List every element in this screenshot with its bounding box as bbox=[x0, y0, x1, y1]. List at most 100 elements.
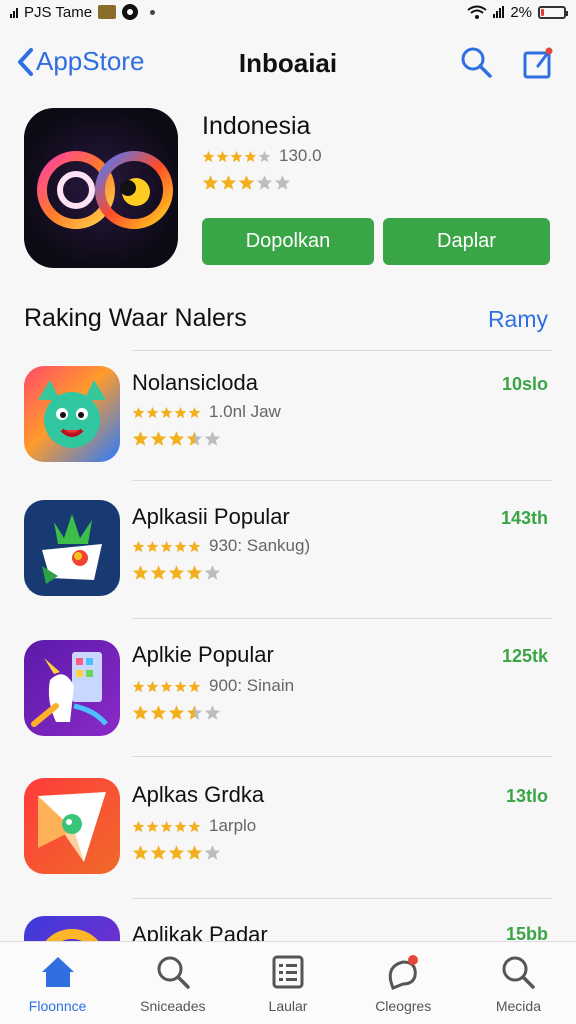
rating-stars-secondary bbox=[132, 704, 221, 721]
rating-meta: 900: Sinain bbox=[209, 676, 295, 695]
featured-rating-row: 130.0 bbox=[202, 146, 322, 166]
app-size: 15bb bbox=[505, 924, 548, 941]
featured-stars bbox=[202, 150, 271, 163]
tab-label: Floonnce bbox=[28, 998, 87, 1014]
star-icon bbox=[188, 540, 201, 552]
list-item[interactable]: Aplkas Grdka 1arplo 13tlo bbox=[24, 756, 552, 894]
cellular-icon bbox=[493, 6, 505, 18]
star-icon bbox=[150, 845, 167, 860]
wifi-icon bbox=[467, 5, 487, 19]
notification-icon bbox=[98, 5, 117, 19]
tab-label: Laular bbox=[268, 998, 308, 1014]
rating-meta: 930: Sankug) bbox=[209, 536, 311, 555]
star-icon bbox=[174, 540, 187, 552]
star-icon bbox=[230, 150, 243, 162]
list-icon bbox=[272, 955, 304, 989]
star-icon bbox=[258, 150, 271, 162]
tab-search[interactable]: Sniceades bbox=[115, 942, 230, 1024]
featured-app-icon[interactable] bbox=[24, 108, 178, 268]
app-rating-secondary bbox=[132, 844, 221, 861]
star-icon bbox=[256, 175, 273, 190]
featured-app-logo bbox=[37, 151, 173, 229]
list-button[interactable]: Daplar bbox=[383, 218, 550, 265]
tab-home[interactable]: Floonnce bbox=[0, 942, 115, 1024]
tab-label: Cleogres bbox=[375, 998, 432, 1014]
app-name: Aplkie Popular bbox=[132, 642, 274, 667]
featured-secondary-rating bbox=[202, 174, 291, 191]
app-rating: 930: Sankug) bbox=[132, 536, 310, 556]
star-icon bbox=[274, 175, 291, 190]
chat-icon bbox=[388, 955, 419, 990]
leaf-icon bbox=[42, 514, 102, 584]
star-icon bbox=[244, 150, 257, 162]
share-icon[interactable] bbox=[520, 44, 556, 80]
app-size: 13tlo bbox=[505, 786, 548, 806]
app-rating: 900: Sinain bbox=[132, 676, 294, 696]
rating-meta: 1arplo bbox=[209, 816, 257, 835]
star-icon bbox=[238, 175, 255, 190]
star-icon bbox=[132, 705, 149, 720]
section-title: Raking Waar Nalers bbox=[24, 304, 247, 332]
app-rating: 1.0nl Jaw bbox=[132, 402, 281, 422]
app-size: 143th bbox=[500, 508, 548, 528]
list-item[interactable]: Aplkie Popular 900: Sinain 125tk bbox=[24, 618, 552, 756]
rating-stars-secondary bbox=[132, 430, 221, 447]
home-icon bbox=[41, 957, 74, 987]
see-all-link[interactable]: Ramy bbox=[488, 306, 548, 333]
star-icon bbox=[220, 175, 237, 190]
app-icon bbox=[24, 916, 120, 941]
star-icon bbox=[132, 406, 145, 418]
back-button[interactable]: AppStore bbox=[16, 46, 144, 77]
tab-list[interactable]: Laular bbox=[230, 942, 345, 1024]
app-notification-icon bbox=[122, 4, 139, 20]
star-icon bbox=[132, 820, 145, 832]
app-rating-secondary bbox=[132, 430, 221, 447]
star-icon bbox=[188, 406, 201, 418]
star-icon bbox=[132, 565, 149, 580]
battery-percent: 2% bbox=[510, 3, 532, 21]
rating-stars bbox=[132, 406, 201, 419]
star-icon bbox=[146, 540, 159, 552]
app-size: 10slo bbox=[501, 374, 548, 394]
unicorn-icon bbox=[31, 652, 108, 727]
star-icon bbox=[160, 406, 173, 418]
ring-icon bbox=[45, 929, 99, 941]
more-dot-icon bbox=[150, 9, 156, 15]
rating-meta: 1.0nl Jaw bbox=[209, 402, 281, 421]
navigation-bar: AppStore Inboaiai bbox=[0, 36, 576, 88]
divider bbox=[132, 618, 552, 619]
download-button[interactable]: Dopolkan bbox=[202, 218, 374, 265]
search-icon[interactable] bbox=[458, 44, 494, 80]
app-rating-secondary bbox=[132, 704, 221, 721]
featured-stars-secondary bbox=[202, 174, 291, 191]
divider bbox=[132, 898, 552, 899]
star-icon bbox=[186, 431, 203, 446]
star-icon bbox=[146, 680, 159, 692]
star-icon bbox=[204, 431, 221, 446]
tab-label: Mecida bbox=[495, 998, 541, 1014]
rating-stars-secondary bbox=[132, 564, 221, 581]
carrier-name: PJS Tame bbox=[24, 3, 93, 21]
tab-media[interactable]: Mecida bbox=[461, 942, 576, 1024]
list-item[interactable]: Aplkasii Popular 930: Sankug) 143th bbox=[24, 480, 552, 618]
app-icon bbox=[24, 500, 120, 596]
star-icon bbox=[188, 820, 201, 832]
list-item[interactable]: Nolansicloda 1.0nl Jaw 10slo bbox=[24, 350, 552, 488]
divider bbox=[132, 350, 552, 351]
star-icon bbox=[160, 540, 173, 552]
star-icon bbox=[186, 705, 203, 720]
search-icon bbox=[502, 956, 536, 989]
list-item[interactable]: Aplikak Padar 15bb bbox=[24, 898, 552, 941]
star-icon bbox=[168, 431, 185, 446]
star-icon bbox=[204, 705, 221, 720]
app-icon bbox=[24, 640, 120, 736]
featured-rating-count: 130.0 bbox=[279, 146, 322, 165]
star-icon bbox=[168, 845, 185, 860]
star-icon bbox=[132, 431, 149, 446]
rating-stars bbox=[132, 540, 201, 553]
star-icon bbox=[174, 406, 187, 418]
tab-bar: Floonnce Sniceades Laular Cleogres Mecid… bbox=[0, 941, 576, 1024]
tab-categories[interactable]: Cleogres bbox=[346, 942, 461, 1024]
paper-plane-icon bbox=[38, 792, 106, 862]
star-icon bbox=[204, 565, 221, 580]
